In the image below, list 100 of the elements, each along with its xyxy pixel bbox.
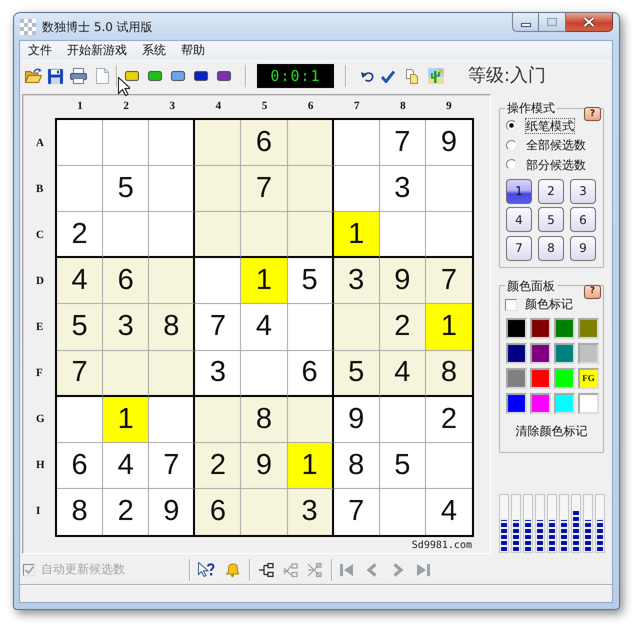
grid-cell[interactable]	[103, 212, 150, 258]
grid-cell[interactable]: 7	[57, 350, 104, 397]
number-button[interactable]: 7	[506, 236, 532, 260]
grid-cell[interactable]	[334, 166, 380, 212]
color-chip-icon[interactable]	[217, 71, 231, 81]
grid-cell[interactable]	[149, 350, 196, 397]
grid-cell[interactable]: 3	[288, 488, 334, 535]
color-swatch-icon[interactable]	[578, 342, 599, 364]
grid-cell[interactable]	[195, 120, 242, 166]
number-button[interactable]: 9	[570, 236, 596, 260]
grid-cell[interactable]	[195, 166, 242, 212]
grid-cell[interactable]: 1	[426, 304, 472, 351]
grid-cell[interactable]: 7	[334, 488, 380, 535]
undo-icon[interactable]	[361, 70, 374, 82]
grid-cell[interactable]	[149, 120, 196, 166]
color-chip-icon[interactable]	[125, 71, 139, 81]
clear-colors-button[interactable]: 清除颜色标记	[505, 422, 598, 442]
grid-cell[interactable]: 7	[241, 166, 288, 212]
color-chip-icon[interactable]	[194, 71, 208, 81]
checkmark-icon[interactable]	[381, 70, 395, 82]
radio-button[interactable]	[506, 140, 517, 151]
grid-cell[interactable]: 4	[380, 350, 426, 397]
grid-cell[interactable]: 7	[149, 442, 196, 489]
color-chip-icon[interactable]	[148, 71, 162, 81]
grid-cell[interactable]	[149, 212, 196, 258]
grid-cell[interactable]	[103, 350, 150, 397]
grid-cell[interactable]: 9	[380, 258, 426, 304]
number-button[interactable]: 3	[570, 178, 596, 204]
grid-cell[interactable]: 4	[241, 304, 288, 351]
minimize-button[interactable]	[512, 13, 538, 32]
grid-cell[interactable]	[149, 166, 196, 212]
color-swatch-icon[interactable]	[506, 392, 527, 414]
grid-cell[interactable]: 8	[149, 304, 196, 351]
grid-cell[interactable]: 7	[380, 120, 426, 166]
color-swatch-icon[interactable]	[530, 318, 551, 338]
folder-icon[interactable]	[25, 68, 42, 84]
grid-cell[interactable]	[149, 396, 196, 443]
grid-cell[interactable]: 3	[334, 258, 380, 304]
menu-item[interactable]: 文件	[21, 42, 59, 59]
grid-cell[interactable]: 6	[241, 120, 288, 166]
color-swatch-icon[interactable]	[530, 392, 551, 414]
color-swatch-icon[interactable]	[554, 368, 575, 388]
grid-cell[interactable]: 9	[241, 442, 288, 489]
color-mark-checkbox[interactable]	[505, 298, 517, 310]
grid-cell[interactable]: 1	[103, 396, 150, 443]
grid-cell[interactable]: 6	[288, 350, 334, 397]
grid-cell[interactable]	[380, 212, 426, 258]
grid-cell[interactable]: 9	[334, 396, 380, 443]
grid-cell[interactable]	[195, 258, 242, 304]
grid-cell[interactable]	[380, 396, 426, 443]
grid-cell[interactable]: 3	[195, 350, 242, 397]
number-button[interactable]: 4	[506, 207, 532, 232]
grid-cell[interactable]: 6	[57, 442, 104, 489]
grid-cell[interactable]	[241, 350, 288, 397]
grid-cell[interactable]: 5	[103, 166, 150, 212]
grid-cell[interactable]: 2	[57, 212, 104, 258]
grid-cell[interactable]: 3	[380, 166, 426, 212]
grid-cell[interactable]	[241, 212, 288, 258]
color-swatch-icon[interactable]	[554, 318, 575, 338]
maximize-button[interactable]	[538, 13, 566, 32]
color-swatch-icon[interactable]	[506, 318, 527, 338]
grid-cell[interactable]	[334, 304, 380, 351]
help-button[interactable]: ?	[584, 284, 601, 298]
grid-cell[interactable]	[57, 120, 104, 166]
color-swatch-icon[interactable]	[530, 368, 551, 388]
grid-cell[interactable]: 5	[380, 442, 426, 489]
save-icon[interactable]	[48, 68, 63, 84]
grid-cell[interactable]: 7	[426, 258, 472, 304]
grid-cell[interactable]: 1	[241, 258, 288, 304]
number-button[interactable]: 2	[538, 178, 564, 204]
color-swatch-icon[interactable]	[554, 392, 575, 414]
color-swatch-icon[interactable]	[578, 318, 599, 338]
grid-cell[interactable]: 2	[380, 304, 426, 351]
grid-cell[interactable]: 5	[288, 258, 334, 304]
bell-icon[interactable]	[226, 562, 239, 576]
grid-cell[interactable]	[334, 120, 380, 166]
color-swatch-button[interactable]: FG	[578, 368, 599, 388]
grid-cell[interactable]: 2	[426, 396, 472, 443]
number-button[interactable]: 1	[506, 178, 532, 204]
radio-button[interactable]	[506, 120, 517, 132]
grid-cell[interactable]	[288, 396, 334, 443]
grid-cell[interactable]: 7	[195, 304, 242, 351]
grid-cell[interactable]: 4	[57, 258, 104, 304]
grid-cell[interactable]: 2	[195, 442, 242, 489]
close-button[interactable]	[566, 13, 613, 32]
grid-cell[interactable]	[57, 166, 104, 212]
menu-item[interactable]: 帮助	[174, 42, 212, 59]
document-icon[interactable]	[96, 68, 109, 84]
number-button[interactable]: 6	[570, 207, 596, 232]
number-button[interactable]: 8	[538, 236, 564, 260]
grid-cell[interactable]	[288, 166, 334, 212]
color-swatch-icon[interactable]	[578, 392, 599, 414]
menu-item[interactable]: 系统	[135, 42, 173, 59]
number-button[interactable]: 5	[538, 207, 564, 232]
printer-icon[interactable]	[70, 68, 87, 84]
grid-cell[interactable]: 8	[334, 442, 380, 489]
color-swatch-icon[interactable]	[506, 342, 527, 364]
grid-cell[interactable]: 6	[103, 258, 150, 304]
grid-cell[interactable]: 1	[288, 442, 334, 489]
menu-item[interactable]: 开始新游戏	[60, 42, 134, 59]
